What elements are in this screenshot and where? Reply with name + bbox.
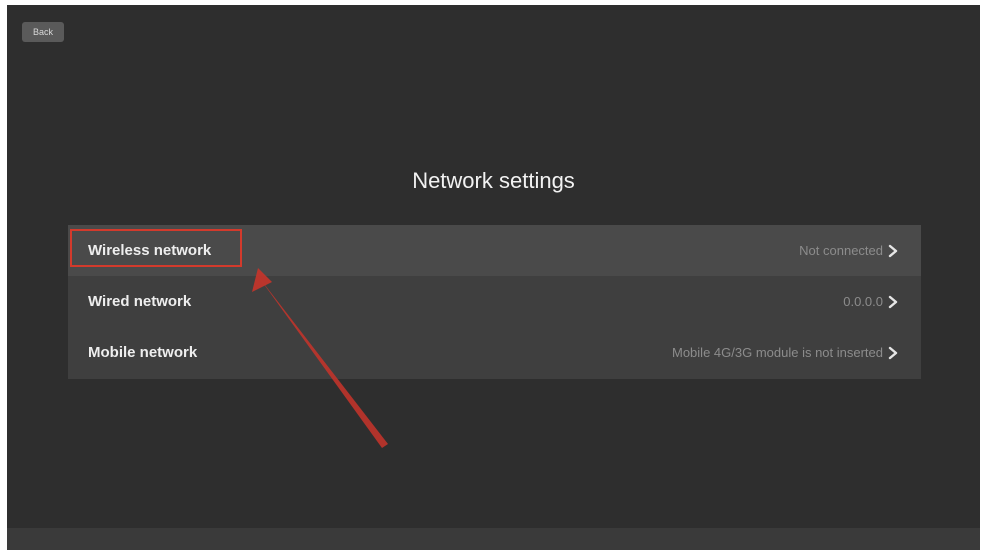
wireless-network-label: Wireless network [88, 242, 212, 259]
mobile-network-row[interactable]: Mobile network Mobile 4G/3G module is no… [68, 327, 921, 378]
back-button[interactable]: Back [22, 22, 64, 42]
network-settings-list: Wireless network Not connected Wired net… [68, 225, 921, 379]
wired-network-row[interactable]: Wired network 0.0.0.0 [68, 276, 921, 327]
wireless-network-row[interactable]: Wireless network Not connected [68, 225, 921, 276]
wired-network-ip: 0.0.0.0 [843, 294, 883, 309]
mobile-network-label: Mobile network [88, 344, 198, 361]
wired-network-label: Wired network [88, 293, 192, 310]
bottom-bar [7, 528, 980, 550]
wireless-network-status: Not connected [799, 243, 883, 258]
page-title: Network settings [412, 168, 575, 193]
network-settings-screen: Back Network settings Wireless network N… [7, 5, 980, 550]
chevron-right-icon [888, 244, 898, 257]
chevron-right-icon [888, 346, 898, 359]
chevron-right-icon [888, 295, 898, 308]
mobile-network-status: Mobile 4G/3G module is not inserted [672, 345, 883, 360]
